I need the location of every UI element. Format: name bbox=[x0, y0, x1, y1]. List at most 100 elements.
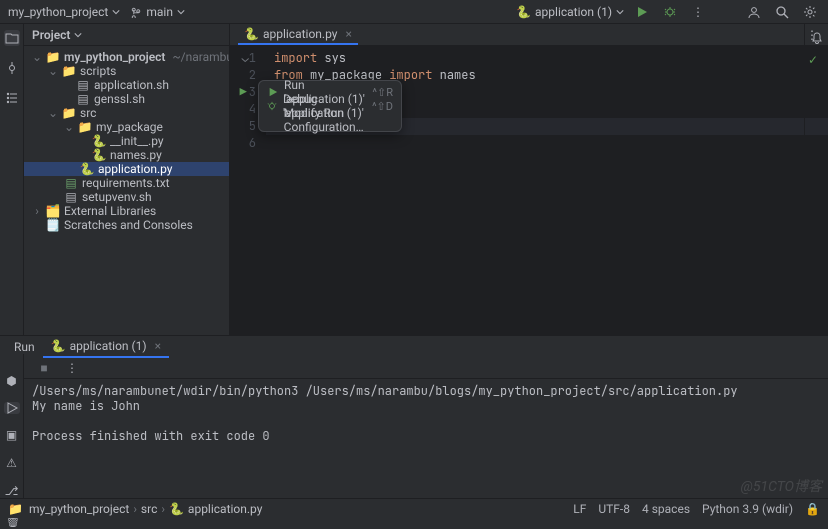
search-icon[interactable] bbox=[772, 2, 792, 22]
expand-icon[interactable]: ⌄ bbox=[64, 120, 74, 134]
tab-label: application.py bbox=[263, 27, 337, 41]
python-icon: 🐍 bbox=[92, 148, 106, 162]
close-icon[interactable]: × bbox=[345, 27, 351, 41]
run-button[interactable] bbox=[632, 2, 652, 22]
notifications-icon[interactable] bbox=[809, 30, 825, 46]
branch-icon bbox=[130, 6, 142, 18]
tree-application-py[interactable]: 🐍 application.py bbox=[24, 162, 229, 176]
problems-icon[interactable]: ⚠ bbox=[4, 456, 20, 470]
git-icon[interactable]: ⎇ bbox=[4, 484, 20, 498]
debug-button[interactable] bbox=[660, 2, 680, 22]
tree-requirements[interactable]: ▤ requirements.txt bbox=[24, 176, 229, 190]
chevron-down-icon bbox=[616, 8, 624, 16]
tree-src[interactable]: ⌄ 📁 src bbox=[24, 106, 229, 120]
right-tool-rail bbox=[804, 24, 828, 335]
python-icon: 🐍 bbox=[51, 339, 66, 353]
code-line bbox=[274, 135, 820, 152]
bug-icon bbox=[267, 101, 277, 111]
left-tool-rail bbox=[0, 24, 24, 335]
vcs-branch[interactable]: main bbox=[130, 5, 185, 19]
chevron-down-icon bbox=[112, 8, 120, 16]
branch-name: main bbox=[146, 5, 173, 19]
run-gutter-icon[interactable]: ▶ bbox=[240, 84, 247, 100]
python-icon: 🐍 bbox=[80, 162, 94, 176]
project-selector[interactable]: my_python_project bbox=[8, 5, 120, 19]
status-indent[interactable]: 4 spaces bbox=[642, 502, 690, 516]
editor-tab[interactable]: 🐍 application.py × bbox=[238, 24, 358, 45]
status-encoding[interactable]: UTF-8 bbox=[598, 502, 630, 516]
source-folder-icon: 📁 bbox=[62, 106, 76, 120]
python-icon: 🐍 bbox=[169, 502, 184, 516]
run-panel: Run 🐍 application (1) × ↻ ■ ⋮ ↑ ↓ ↩ ⤓ 🖶 … bbox=[0, 335, 828, 498]
console-line: /Users/ms/narambunet/wdir/bin/python3 /U… bbox=[32, 383, 822, 398]
python-console-icon[interactable]: ⬢ bbox=[4, 374, 20, 388]
tree-application-sh[interactable]: ▤ application.sh bbox=[24, 78, 229, 92]
lock-icon[interactable]: 🔒 bbox=[805, 502, 820, 516]
more-button[interactable]: ⋮ bbox=[688, 2, 708, 22]
folder-icon: 📁 bbox=[46, 50, 60, 64]
expand-icon[interactable]: ⌄ bbox=[32, 50, 42, 64]
project-pane: Project ⌄ 📁 my_python_project ~/narambu/… bbox=[24, 24, 230, 335]
run-tool-icon[interactable] bbox=[4, 402, 20, 414]
commit-tool-icon[interactable] bbox=[4, 60, 20, 76]
file-icon: ▤ bbox=[64, 190, 78, 204]
console-line: Process finished with exit code 0 bbox=[32, 428, 822, 443]
run-configuration-selector[interactable]: 🐍 application (1) bbox=[516, 5, 624, 19]
stop-icon[interactable]: ■ bbox=[34, 358, 54, 378]
file-icon: ▤ bbox=[76, 78, 90, 92]
python-icon: 🐍 bbox=[92, 134, 106, 148]
python-icon: 🐍 bbox=[516, 5, 531, 19]
project-name: my_python_project bbox=[8, 5, 108, 19]
more-icon[interactable]: ⋮ bbox=[62, 358, 82, 378]
expand-icon[interactable]: ⌄ bbox=[48, 64, 58, 78]
tree-my-package[interactable]: ⌄ 📁 my_package bbox=[24, 120, 229, 134]
shortcut: ^⇧R bbox=[372, 86, 393, 99]
gear-icon[interactable] bbox=[800, 2, 820, 22]
tree-init-py[interactable]: 🐍 __init__.py bbox=[24, 134, 229, 148]
left-rail-lower: ⬢ ▣ ⚠ ⎇ bbox=[0, 354, 24, 498]
expand-icon[interactable]: › bbox=[32, 204, 42, 218]
chevron-right-icon: › bbox=[161, 502, 165, 516]
file-icon: ▤ bbox=[76, 92, 90, 106]
line-number: 6 bbox=[230, 135, 266, 152]
python-icon: 🐍 bbox=[244, 27, 259, 41]
status-interpreter[interactable]: Python 3.9 (wdir) bbox=[702, 502, 793, 516]
package-icon: 📁 bbox=[78, 120, 92, 134]
scratches-icon: 🗒️ bbox=[46, 218, 60, 232]
folder-icon: 📁 bbox=[8, 502, 23, 516]
project-pane-title[interactable]: Project bbox=[32, 28, 82, 42]
chevron-down-icon bbox=[177, 8, 185, 16]
menu-modify-config[interactable]: Modify Run Configuration… bbox=[259, 113, 401, 127]
terminal-icon[interactable]: ▣ bbox=[4, 428, 20, 442]
project-tool-icon[interactable] bbox=[4, 30, 20, 46]
code-with-me-icon[interactable] bbox=[744, 2, 764, 22]
close-icon[interactable]: × bbox=[155, 339, 161, 353]
play-icon bbox=[267, 87, 278, 97]
status-bar: 📁 my_python_project › src › 🐍 applicatio… bbox=[0, 498, 828, 518]
tree-external-libs[interactable]: › 🗂️ External Libraries bbox=[24, 204, 229, 218]
text-file-icon: ▤ bbox=[64, 176, 78, 190]
run-tab-app[interactable]: 🐍 application (1) × bbox=[43, 336, 169, 358]
breadcrumb[interactable]: my_python_project › src › 🐍 application.… bbox=[29, 502, 262, 516]
editor-area: 🐍 application.py × ⋮ ⌄1 2 ▶3 4 5 6 impor… bbox=[230, 24, 828, 335]
console-line: My name is John bbox=[32, 398, 822, 413]
chevron-right-icon: › bbox=[133, 502, 137, 516]
expand-icon[interactable]: ⌄ bbox=[48, 106, 58, 120]
tree-scratches[interactable]: 🗒️ Scratches and Consoles bbox=[24, 218, 229, 232]
tree-setupvenv[interactable]: ▤ setupvenv.sh bbox=[24, 190, 229, 204]
line-number: ⌄1 bbox=[230, 50, 266, 67]
tree-names-py[interactable]: 🐍 names.py bbox=[24, 148, 229, 162]
status-line-ending[interactable]: LF bbox=[573, 502, 586, 516]
chevron-down-icon bbox=[74, 31, 82, 39]
tree-scripts[interactable]: ⌄ 📁 scripts bbox=[24, 64, 229, 78]
folder-icon: 📁 bbox=[62, 64, 76, 78]
console-line bbox=[32, 413, 822, 428]
root-path: ~/narambu/blogs/my_python_ bbox=[172, 50, 229, 64]
run-config-name: application (1) bbox=[535, 5, 612, 19]
tree-root[interactable]: ⌄ 📁 my_python_project ~/narambu/blogs/my… bbox=[24, 50, 229, 64]
project-tree: ⌄ 📁 my_python_project ~/narambu/blogs/my… bbox=[24, 46, 229, 236]
code-line: import sys bbox=[274, 50, 820, 67]
library-icon: 🗂️ bbox=[46, 204, 60, 218]
tree-genssl-sh[interactable]: ▤ genssl.sh bbox=[24, 92, 229, 106]
structure-tool-icon[interactable] bbox=[4, 90, 20, 106]
